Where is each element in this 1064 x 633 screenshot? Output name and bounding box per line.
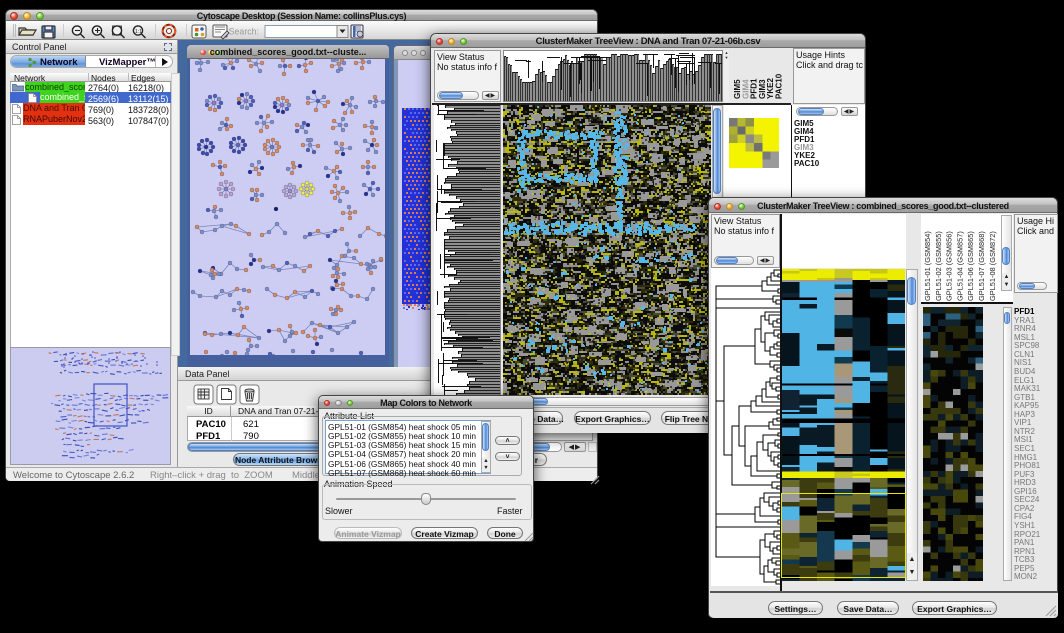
- svg-text:GPL51-01 (GSM854): GPL51-01 (GSM854): [923, 231, 932, 301]
- svg-text:Search:: Search:: [229, 27, 259, 37]
- svg-text:GPL51-02 (GSM855): GPL51-02 (GSM855): [934, 231, 943, 301]
- svg-text:GPL51-04 (GSM857): GPL51-04 (GSM857): [955, 231, 964, 301]
- svg-text:GPL51-03 (GSM856): GPL51-03 (GSM856): [945, 231, 954, 301]
- svg-text:GPL51-08 (GSM872): GPL51-08 (GSM872): [988, 231, 997, 301]
- svg-text:GPL51-07 (GSM868): GPL51-07 (GSM868): [977, 231, 986, 301]
- svg-text:PAC10: PAC10: [775, 73, 784, 99]
- svg-text:GPL51-06 (GSM865): GPL51-06 (GSM865): [966, 231, 975, 301]
- svg-text:1:1: 1:1: [135, 29, 142, 35]
